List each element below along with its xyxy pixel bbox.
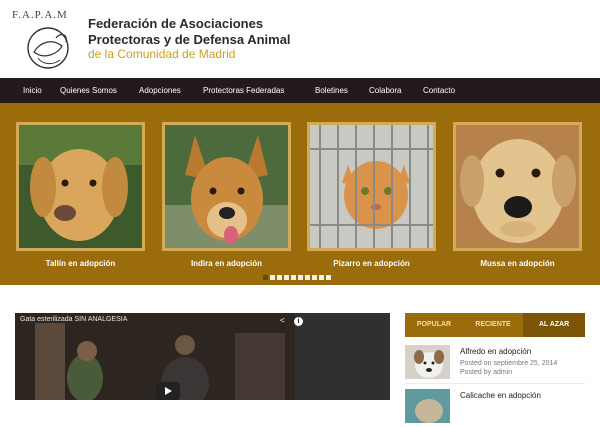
carousel-slide-pizarro[interactable] bbox=[307, 122, 436, 251]
carousel-dot[interactable] bbox=[319, 275, 324, 280]
sidebar-tabs: POPULAR RECIENTE AL AZAR bbox=[405, 313, 585, 337]
carousel-dot[interactable] bbox=[291, 275, 296, 280]
logo-lettering: F.A.P.A.M bbox=[12, 9, 68, 21]
nav-item-protectoras-federadas[interactable]: Protectoras Federadas bbox=[203, 78, 284, 103]
nav-item-boletines[interactable]: Boletines bbox=[315, 78, 348, 103]
post-date: Posted on septiembre 25, 2014 bbox=[460, 360, 558, 367]
nav-item-contacto[interactable]: Contacto bbox=[423, 78, 455, 103]
golden-dog-photo-icon bbox=[19, 125, 142, 248]
orange-cat-photo-icon bbox=[310, 125, 433, 248]
carousel-caption-indira[interactable]: Indira en adopción bbox=[162, 259, 291, 268]
carousel-slide-mussa[interactable] bbox=[453, 122, 582, 251]
post-divider bbox=[405, 383, 585, 384]
carousel-slide-indira[interactable] bbox=[162, 122, 291, 251]
carousel-dot[interactable] bbox=[326, 275, 331, 280]
tab-popular[interactable]: POPULAR bbox=[405, 313, 463, 337]
yellow-dog-photo-icon bbox=[456, 125, 579, 248]
video-title: Gata esterilizada SIN ANALGESIA bbox=[20, 316, 128, 323]
shepherd-dog-photo-icon bbox=[165, 125, 288, 248]
embedded-video[interactable]: Gata esterilizada SIN ANALGESIA < i bbox=[15, 313, 390, 400]
organization-subtitle: de la Comunidad de Madrid bbox=[88, 47, 236, 61]
organization-title-line2: Protectoras y de Defensa Animal bbox=[88, 32, 291, 47]
carousel-dot[interactable] bbox=[270, 275, 275, 280]
post-title[interactable]: Calicache en adopción bbox=[460, 391, 541, 400]
carousel-dot[interactable] bbox=[305, 275, 310, 280]
carousel-caption-tallin[interactable]: Tallín en adopción bbox=[16, 259, 145, 268]
carousel-dot[interactable] bbox=[263, 275, 268, 280]
nav-item-quienes-somos[interactable]: Quienes Somos bbox=[60, 78, 117, 103]
post-thumbnail-calicache[interactable] bbox=[405, 389, 450, 423]
sidebar-post[interactable]: Alfredo en adopción Posted on septiembre… bbox=[405, 345, 585, 383]
carousel-caption-pizarro[interactable]: Pizarro en adopción bbox=[307, 259, 436, 268]
carousel-dot[interactable] bbox=[298, 275, 303, 280]
carousel-dot[interactable] bbox=[312, 275, 317, 280]
share-icon[interactable]: < bbox=[280, 316, 285, 325]
play-button[interactable] bbox=[156, 382, 180, 400]
adoption-carousel: Tallín en adopción Indira en adopción Pi… bbox=[0, 103, 600, 285]
info-icon[interactable]: i bbox=[294, 317, 303, 326]
carousel-caption-mussa[interactable]: Mussa en adopción bbox=[453, 259, 582, 268]
nav-item-colabora[interactable]: Colabora bbox=[369, 78, 401, 103]
sidebar-post[interactable]: Calicache en adopción bbox=[405, 389, 585, 427]
site-header: F.A.P.A.M Federación de Asociaciones Pro… bbox=[0, 0, 600, 78]
post-thumbnail-dog[interactable] bbox=[405, 345, 450, 379]
video-frame-thumbnail bbox=[15, 313, 390, 400]
carousel-dot[interactable] bbox=[277, 275, 282, 280]
tab-reciente[interactable]: RECIENTE bbox=[463, 313, 523, 337]
carousel-slide-tallin[interactable] bbox=[16, 122, 145, 251]
post-title[interactable]: Alfredo en adopción bbox=[460, 347, 531, 356]
nav-item-adopciones[interactable]: Adopciones bbox=[139, 78, 181, 103]
carousel-dot[interactable] bbox=[284, 275, 289, 280]
post-author: Posted by admin bbox=[460, 369, 513, 376]
organization-title-line1: Federación de Asociaciones bbox=[88, 16, 264, 31]
tab-al-azar[interactable]: AL AZAR bbox=[523, 313, 585, 337]
main-navigation: Inicio Quienes Somos Adopciones Protecto… bbox=[0, 78, 600, 103]
nav-item-inicio[interactable]: Inicio bbox=[23, 78, 42, 103]
organization-title: Federación de Asociaciones Protectoras y… bbox=[88, 16, 291, 48]
